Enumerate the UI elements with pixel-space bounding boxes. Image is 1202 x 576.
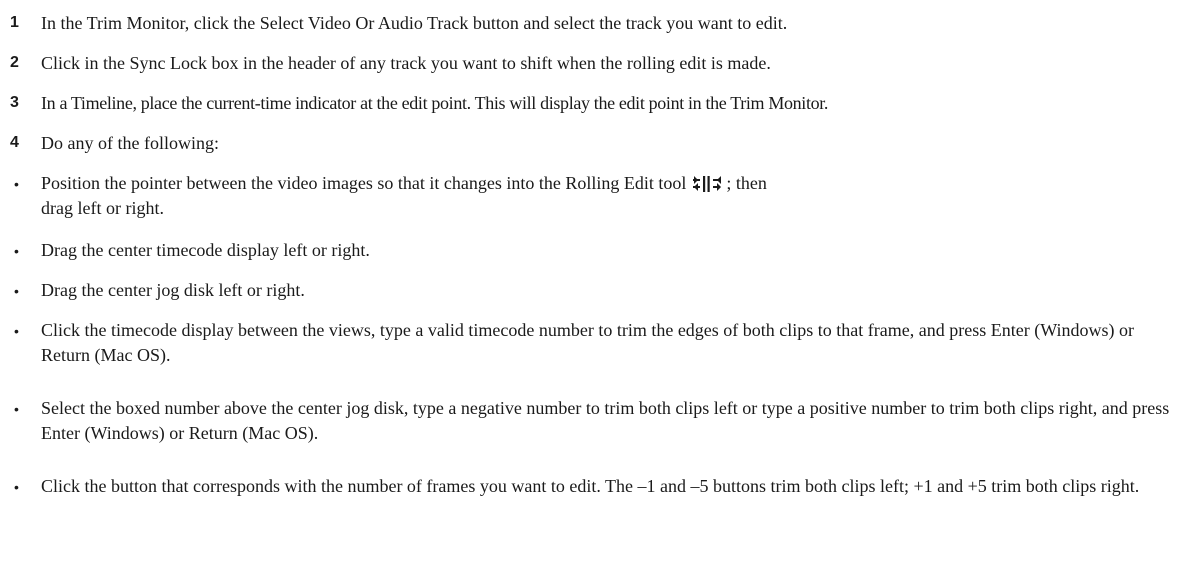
step-number: 4 [10,134,19,151]
bullet-symbol: • [14,243,19,259]
bullet-text: Click the button that corresponds with t… [41,476,1140,496]
bullet-symbol: • [14,401,19,417]
rolling-edit-tool-icon [692,175,722,193]
step-number: 3 [10,94,19,111]
bullet-text: Position the pointer between the video i… [41,171,801,221]
step-text: In a Timeline, place the current-time in… [41,93,829,113]
step-text: Click in the Sync Lock box in the header… [41,53,771,73]
bullet-symbol: • [14,479,19,495]
bullet-symbol: • [14,283,19,299]
bullet-text-before-icon: Position the pointer between the video i… [41,173,687,193]
bullet-symbol: • [14,176,19,192]
bullet-text: Select the boxed number above the center… [41,398,1170,443]
bullet-text: Drag the center timecode display left or… [41,240,370,260]
step-text: Do any of the following: [41,133,219,153]
step-number: 2 [10,54,19,71]
bullet-text: Drag the center jog disk left or right. [41,280,305,300]
bullet-symbol: • [14,323,19,339]
step-text: In the Trim Monitor, click the Select Vi… [41,13,788,33]
bullet-text: Click the timecode display between the v… [41,320,1134,365]
step-number: 1 [10,14,19,31]
